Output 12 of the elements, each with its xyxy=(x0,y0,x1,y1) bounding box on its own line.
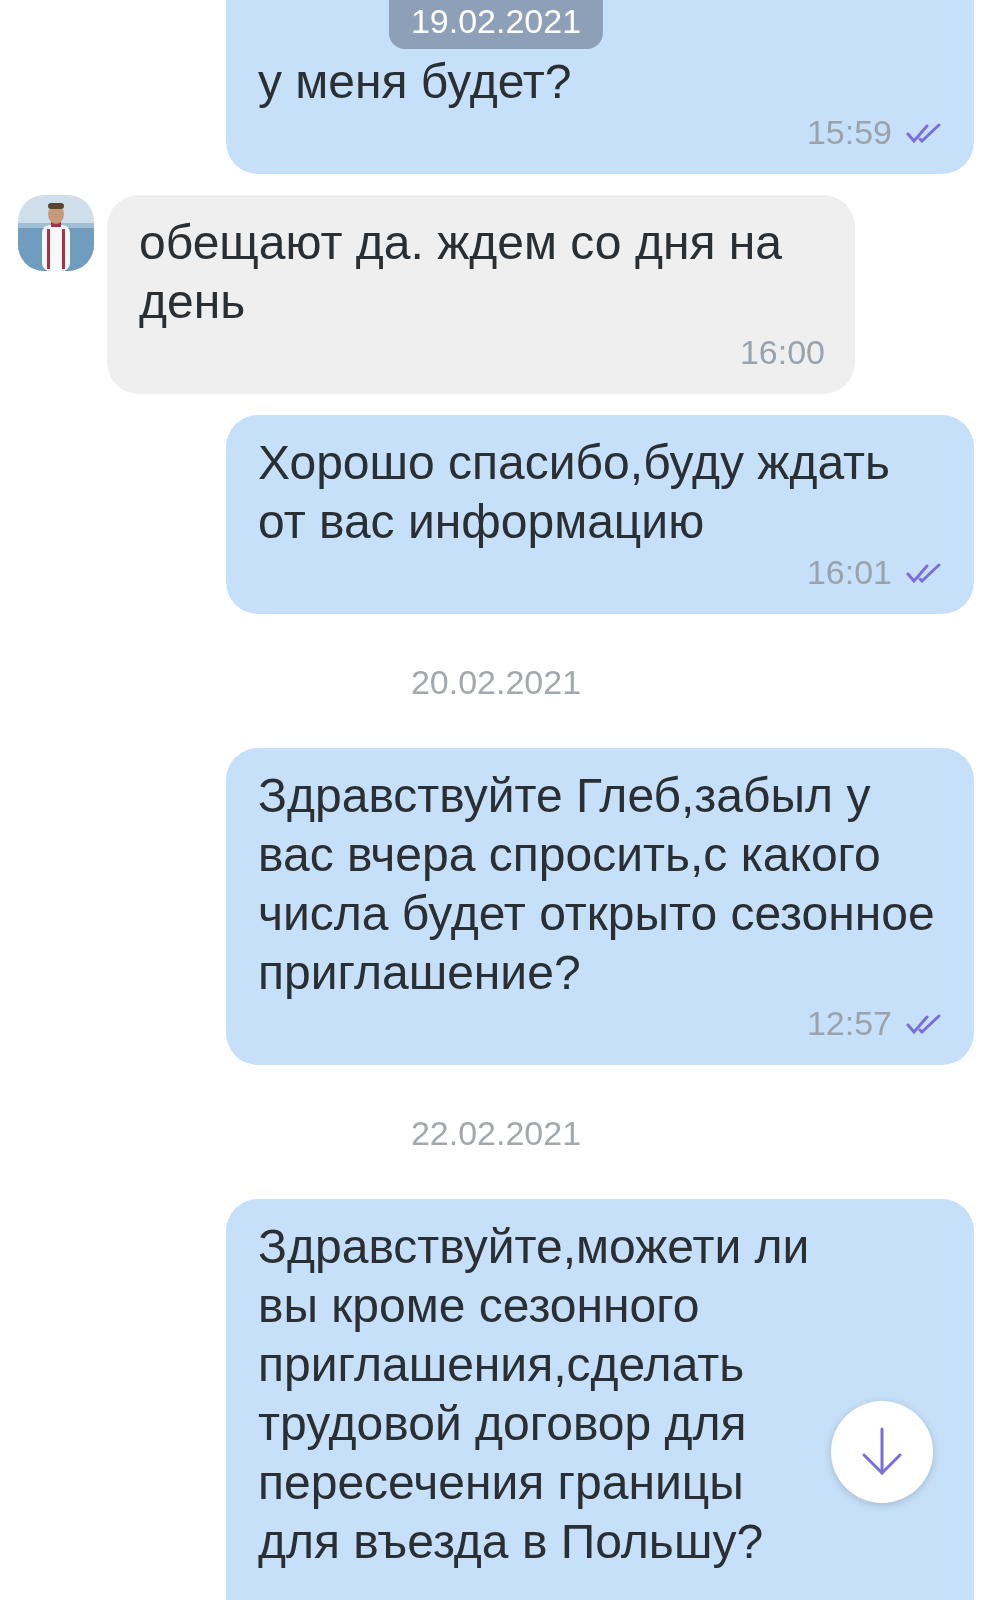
message-time: 15:59 xyxy=(806,113,892,152)
date-separator: 20.02.2021 xyxy=(410,663,582,702)
message-text: у меня будет? xyxy=(258,54,573,110)
message-time: 16:01 xyxy=(806,553,892,592)
date-badge: 19.02.2021 xyxy=(388,0,604,49)
message-time: 16:00 xyxy=(739,333,825,372)
message-text: Здравствуйте,можети ли вы кроме сезонного приглашения,сделать трудовой договор для пересечения границы для въезда в Польшу? xyxy=(258,1219,811,1570)
date-separator: 22.02.2021 xyxy=(410,1114,582,1153)
message-time: 12:57 xyxy=(806,1004,892,1043)
message-text: Хорошо спасибо,буду ждать от вас информацию xyxy=(258,435,892,550)
message-text: Здравствуйте Глеб,забыл у вас вчера спросить,с какого числа будет открыто сезонное приглашение? xyxy=(258,768,936,1001)
message-text: обещают да. ждем со дня на день xyxy=(139,215,783,330)
